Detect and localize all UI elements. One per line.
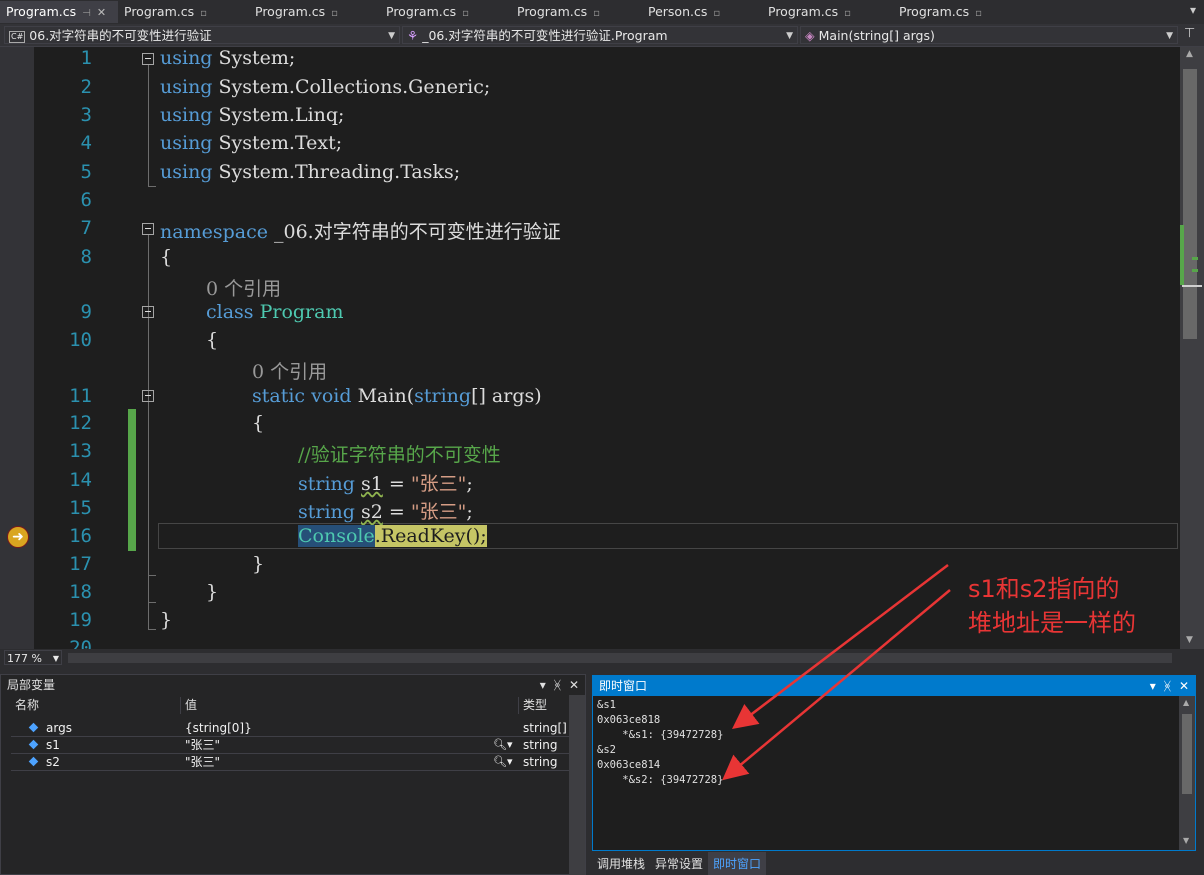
annotation-arrow-s2 xyxy=(722,589,951,781)
annotation-arrows xyxy=(722,564,951,781)
annotation-arrow-s1 xyxy=(732,564,949,730)
annotation-note: s1和s2指向的 堆地址是一样的 xyxy=(968,572,1136,640)
annotation-line: 堆地址是一样的 xyxy=(968,609,1136,637)
annotation-line: s1和s2指向的 xyxy=(968,575,1120,603)
